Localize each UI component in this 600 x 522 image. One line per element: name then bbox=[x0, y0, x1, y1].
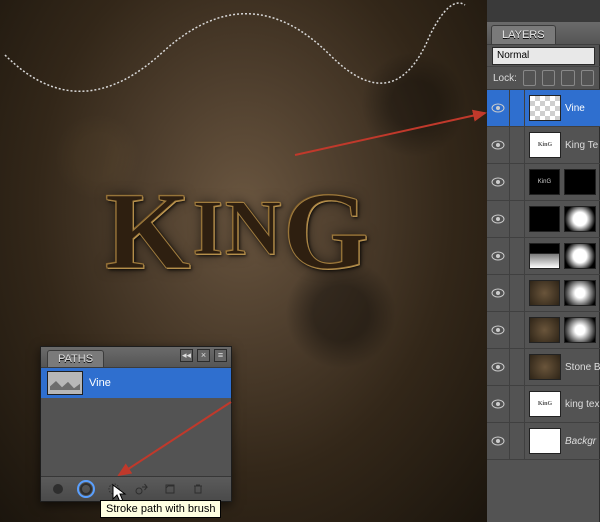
paths-panel-tabbar: PATHS ◂◂ × ≡ bbox=[41, 347, 231, 367]
layer-thumbnail[interactable]: KinG bbox=[529, 391, 561, 417]
path-name: Vine bbox=[89, 377, 111, 389]
layer-thumbnail[interactable]: KinG bbox=[529, 132, 561, 158]
lock-transparency-icon[interactable] bbox=[523, 70, 536, 86]
panel-collapse-icon[interactable]: ◂◂ bbox=[180, 349, 193, 362]
layer-link-well bbox=[510, 164, 525, 200]
layer-name[interactable]: Stone B bbox=[565, 362, 600, 373]
visibility-toggle-icon[interactable] bbox=[487, 386, 510, 422]
visibility-toggle-icon[interactable] bbox=[487, 238, 510, 274]
visibility-toggle-icon[interactable] bbox=[487, 349, 510, 385]
layer-name[interactable]: Backgr bbox=[565, 436, 600, 447]
lock-row: Lock: bbox=[487, 66, 600, 90]
layer-row[interactable] bbox=[487, 238, 600, 275]
layer-thumbnail[interactable] bbox=[529, 280, 561, 306]
layers-panel-tabbar: LAYERS bbox=[487, 22, 600, 44]
layer-row[interactable]: Vine bbox=[487, 90, 600, 127]
tab-paths[interactable]: PATHS bbox=[47, 350, 104, 367]
path-thumbnail bbox=[47, 371, 83, 395]
layer-mask-thumbnail[interactable] bbox=[564, 206, 596, 232]
visibility-toggle-icon[interactable] bbox=[487, 312, 510, 348]
tooltip: Stroke path with brush bbox=[100, 500, 221, 518]
layer-link-well bbox=[510, 238, 525, 274]
layer-row[interactable]: Stone B bbox=[487, 349, 600, 386]
layer-thumbnail[interactable] bbox=[529, 206, 561, 232]
layer-thumbnail[interactable] bbox=[529, 317, 561, 343]
visibility-toggle-icon[interactable] bbox=[487, 90, 510, 126]
layer-thumbnail[interactable] bbox=[529, 428, 561, 454]
vine-path-overlay bbox=[0, 0, 487, 180]
visibility-toggle-icon[interactable] bbox=[487, 127, 510, 163]
path-from-selection-icon[interactable] bbox=[135, 482, 149, 496]
layer-row[interactable] bbox=[487, 201, 600, 238]
layer-row[interactable] bbox=[487, 275, 600, 312]
layer-thumbnail[interactable] bbox=[529, 95, 561, 121]
tab-layers[interactable]: LAYERS bbox=[491, 25, 556, 44]
layer-link-well bbox=[510, 349, 525, 385]
blend-mode-row: Normal bbox=[487, 44, 600, 66]
panel-close-icon[interactable]: × bbox=[197, 349, 210, 362]
layer-link-well bbox=[510, 90, 525, 126]
layers-list: Vine KinG King Te KinG Stone B KinG king tex Ba… bbox=[487, 90, 600, 522]
blend-mode-select[interactable]: Normal bbox=[492, 47, 595, 65]
layer-link-well bbox=[510, 201, 525, 237]
lock-position-icon[interactable] bbox=[561, 70, 574, 86]
paths-list: Vine bbox=[41, 367, 231, 477]
layer-row[interactable]: KinG King Te bbox=[487, 127, 600, 164]
paths-panel-footer bbox=[41, 476, 231, 501]
layer-thumbnail[interactable]: KinG bbox=[529, 169, 561, 195]
layer-mask-thumbnail[interactable] bbox=[564, 169, 596, 195]
layer-link-well bbox=[510, 386, 525, 422]
layer-link-well bbox=[510, 312, 525, 348]
paths-panel[interactable]: PATHS ◂◂ × ≡ Vine bbox=[40, 346, 232, 502]
layer-row[interactable]: Backgr bbox=[487, 423, 600, 460]
visibility-toggle-icon[interactable] bbox=[487, 201, 510, 237]
visibility-toggle-icon[interactable] bbox=[487, 423, 510, 459]
layer-name[interactable]: king tex bbox=[565, 399, 600, 410]
visibility-toggle-icon[interactable] bbox=[487, 164, 510, 200]
new-path-icon[interactable] bbox=[163, 482, 177, 496]
layer-link-well bbox=[510, 275, 525, 311]
layer-mask-thumbnail[interactable] bbox=[564, 243, 596, 269]
lock-pixels-icon[interactable] bbox=[542, 70, 555, 86]
lock-label: Lock: bbox=[493, 73, 517, 84]
layer-name[interactable]: Vine bbox=[565, 103, 600, 114]
king-text-art: KING bbox=[105, 168, 371, 295]
path-item-vine[interactable]: Vine bbox=[41, 368, 231, 398]
layer-link-well bbox=[510, 127, 525, 163]
layer-thumbnail[interactable] bbox=[529, 243, 561, 269]
delete-path-icon[interactable] bbox=[191, 482, 205, 496]
lock-all-icon[interactable] bbox=[581, 70, 594, 86]
layer-name[interactable]: King Te bbox=[565, 140, 600, 151]
layer-link-well bbox=[510, 423, 525, 459]
layer-mask-thumbnail[interactable] bbox=[564, 280, 596, 306]
layer-thumbnail[interactable] bbox=[529, 354, 561, 380]
visibility-toggle-icon[interactable] bbox=[487, 275, 510, 311]
layer-row[interactable]: KinG king tex bbox=[487, 386, 600, 423]
stroke-path-icon[interactable] bbox=[79, 482, 93, 496]
layer-mask-thumbnail[interactable] bbox=[564, 317, 596, 343]
layer-row[interactable] bbox=[487, 312, 600, 349]
fill-path-icon[interactable] bbox=[51, 482, 65, 496]
panel-menu-icon[interactable]: ≡ bbox=[214, 349, 227, 362]
layers-panel[interactable]: LAYERS Normal Lock: Vine KinG King Te KinG S… bbox=[487, 22, 600, 522]
layer-row[interactable]: KinG bbox=[487, 164, 600, 201]
